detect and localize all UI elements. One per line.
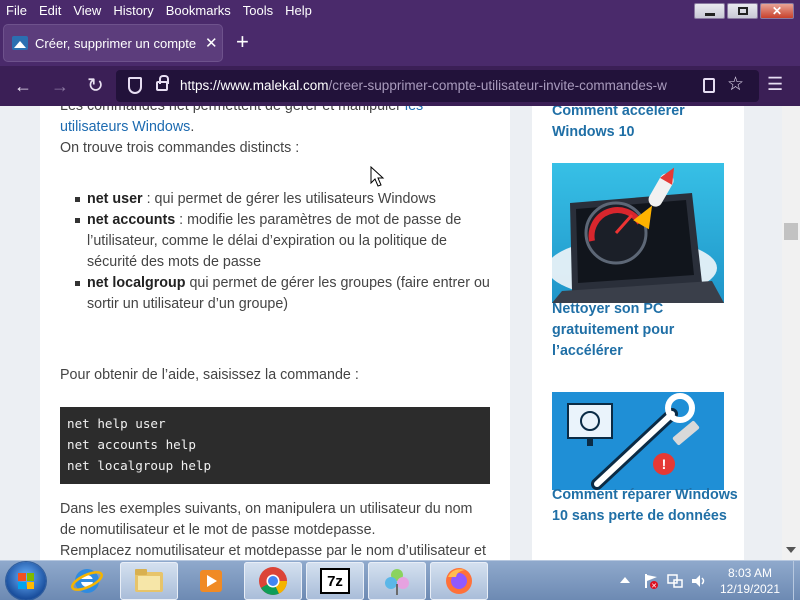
taskbar-media-player[interactable] [182,562,240,600]
restore-icon [737,7,748,15]
bookmark-star-icon[interactable]: ☆ [727,73,744,96]
taskbar-7zip[interactable]: 7z [306,562,364,600]
example-paragraph: Dans les exemples suivants, on manipuler… [60,501,473,538]
code-line: net accounts help [67,437,196,452]
taskbar-chrome[interactable] [244,562,302,600]
sidebar-link-reparer[interactable]: Comment réparer Windows 10 sans perte de… [552,485,742,527]
windows-taskbar: 7z ✕ 8:03 AM 12/19/2021 [0,560,800,600]
code-line: net localgroup help [67,458,212,473]
menu-bookmarks[interactable]: Bookmarks [160,0,237,22]
network-icon[interactable] [666,572,684,590]
address-bar[interactable]: https://www.malekal.com/creer-supprimer-… [116,70,759,102]
taskbar-internet-explorer[interactable] [58,562,116,600]
taskbar-clock[interactable]: 8:03 AM 12/19/2021 [708,565,792,597]
taskbar-app-pinwheel[interactable] [368,562,426,600]
taskbar-file-explorer[interactable] [120,562,178,600]
reload-button[interactable]: ↻ [87,75,104,97]
intro-text-end: . [190,119,195,135]
folder-icon [135,569,163,592]
speed-laptop-illustration [552,167,724,303]
volume-icon[interactable] [690,572,708,590]
minimize-icon [704,12,715,16]
menu-help[interactable]: Help [279,0,318,22]
code-block: net help user net accounts help net loca… [60,407,490,484]
page-scrollbar[interactable] [782,106,800,560]
internet-explorer-icon [71,569,103,593]
site-favicon-icon [12,36,28,50]
intro-paragraph: Les commandes net permettent de gérer et… [60,106,490,138]
commands-list: net user : qui permet de gérer les utili… [60,189,490,315]
svg-text:✕: ✕ [651,583,657,590]
command-name: net localgroup [87,275,186,291]
start-button[interactable] [6,562,46,600]
list-item: net accounts : modifie les paramètres de… [75,210,490,273]
clock-time: 8:03 AM [727,566,773,580]
scroll-down-arrow-icon[interactable] [786,547,796,553]
close-icon: ✕ [771,4,783,18]
url-host: https://www.malekal.com [180,78,329,93]
mouse-cursor-icon [370,166,385,187]
7zip-icon: 7z [320,568,350,594]
article-content: Les commandes net permettent de gérer et… [40,106,510,560]
url-text[interactable]: https://www.malekal.com/creer-supprimer-… [180,78,690,93]
code-line: net help user [67,416,166,431]
pinwheel-app-icon [385,569,409,595]
menu-history[interactable]: History [107,0,159,22]
show-hidden-icons-arrow-icon[interactable] [620,577,630,583]
tab-bar: Créer, supprimer un compte utilisateur ✕… [0,22,800,66]
close-window-button[interactable]: ✕ [760,3,794,19]
forward-button[interactable]: → [51,75,69,97]
url-path: /creer-supprimer-compte-utilisateur-invi… [328,78,667,93]
reader-view-icon[interactable] [703,78,715,93]
window-controls: ✕ [694,3,794,19]
lock-icon[interactable] [156,75,169,91]
windows-logo-icon [18,573,34,589]
menu-view[interactable]: View [67,0,107,22]
taskbar-firefox[interactable] [430,562,488,600]
back-button[interactable]: ← [14,75,32,97]
minimize-button[interactable] [694,3,725,19]
svg-text:!: ! [662,456,667,472]
command-name: net accounts [87,212,176,228]
command-name: net user [87,191,143,207]
web-page: Les commandes net permettent de gérer et… [0,106,782,560]
show-desktop-button[interactable] [793,561,800,600]
command-description: : qui permet de gérer les utilisateurs W… [142,191,436,207]
list-item: net localgroup qui permet de gérer les g… [75,273,490,315]
menu-file[interactable]: File [0,0,33,22]
replace-paragraph: Remplacez nomutilisateur et motdepasse p… [60,543,486,559]
media-player-icon [200,570,222,592]
repair-tools-illustration: ! [567,393,700,490]
clock-date: 12/19/2021 [719,582,781,596]
chrome-icon [259,567,287,595]
sidebar: Comment accélérer Windows 10 Nettoyer so… [532,106,744,560]
menu-tools[interactable]: Tools [237,0,279,22]
hamburger-menu-icon[interactable]: ☰ [767,74,783,95]
help-intro-text: Pour obtenir de l’aide, saisissez la com… [60,367,359,383]
intro-text: Les commandes net permettent de gérer et… [60,106,405,114]
sidebar-link-accelerer[interactable]: Comment accélérer Windows 10 [552,106,742,143]
restore-button[interactable] [727,3,758,19]
thumbnail-speed-laptop[interactable] [552,163,724,303]
tracking-protection-shield-icon[interactable] [128,77,142,94]
new-tab-button[interactable]: + [236,31,249,53]
scrollbar-thumb[interactable] [784,223,798,240]
tab-active[interactable]: Créer, supprimer un compte utilisateur ✕ [4,25,222,61]
tab-title: Créer, supprimer un compte utilisateur [35,35,199,51]
firefox-icon [446,568,472,594]
action-center-flag-icon[interactable]: ✕ [642,572,660,590]
list-item: net user : qui permet de gérer les utili… [75,189,490,210]
sidebar-link-nettoyer[interactable]: Nettoyer son PC gratuitement pour l’accé… [552,299,742,362]
thumbnail-repair-windows[interactable]: ! [552,392,724,490]
menu-edit[interactable]: Edit [33,0,67,22]
menu-bar: File Edit View History Bookmarks Tools H… [0,0,800,22]
intro-commands-text: On trouve trois commandes distincts : [60,140,300,156]
navigation-bar: ← → ↻ https://www.malekal.com/creer-supp… [0,66,800,106]
tab-close-icon[interactable]: ✕ [205,34,218,52]
